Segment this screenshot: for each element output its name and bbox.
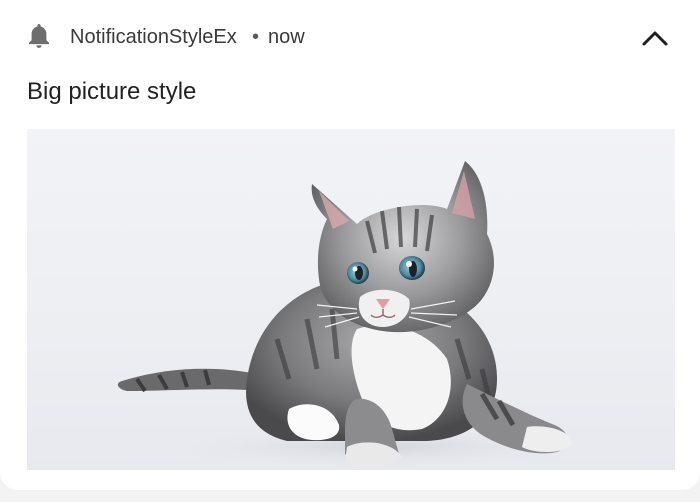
chevron-up-icon[interactable] — [636, 22, 676, 52]
notification-header: NotificationStyleEx • now — [0, 0, 700, 72]
kitten-image — [117, 161, 597, 469]
notification-time: now — [268, 26, 305, 48]
bell-icon — [26, 22, 52, 50]
notification-card[interactable]: NotificationStyleEx • now Big picture st… — [0, 0, 700, 490]
app-name: NotificationStyleEx — [70, 26, 237, 48]
notification-title: Big picture style — [27, 78, 197, 105]
header-separator: • — [252, 26, 260, 48]
big-picture — [27, 129, 675, 470]
